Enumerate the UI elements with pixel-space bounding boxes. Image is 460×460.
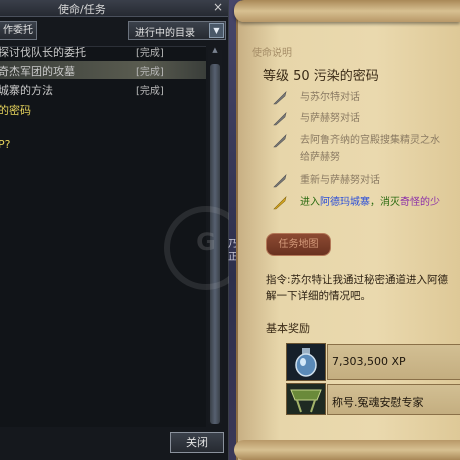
quest-status: [完成] [136,67,164,78]
golden-quill-icon [273,196,287,210]
title-badge-icon[interactable] [286,383,326,415]
step-text-continued: 给萨赫努 [300,152,340,163]
step-text: 重新与萨赫努对话 [300,175,380,186]
quill-icon [273,134,287,148]
quest-filter-value: 进行中的目录 [135,28,195,39]
quill-icon [273,112,287,126]
close-button[interactable]: 关闭 [170,432,224,453]
quest-status: [完成] [136,86,164,97]
quest-name: 探讨伐队长的委托 [0,46,86,59]
reward-item: 称号.冤魂安慰专家 [327,384,460,415]
quest-list-item[interactable]: 探讨伐队长的委托 [完成] [0,42,206,60]
quest-filter-select[interactable]: 进行中的目录 ▼ [128,21,226,40]
quest-name: 城寨的方法 [0,84,53,97]
place-link[interactable]: 阿德玛城寨 [320,197,370,208]
step-prefix: 进入 [300,197,320,208]
reward-text: 7,303,500 XP [332,355,406,368]
close-icon[interactable]: × [213,0,223,14]
scroll-up-icon[interactable]: ▲ [210,46,220,54]
window-title-bar[interactable]: 使命/任务 × [0,0,228,17]
instruction-text: 指令:苏尔特让我通过秘密通道进入阿德 [266,274,449,286]
quest-name: 的密码 [0,104,31,117]
quest-title: 等级 50 污染的密码 [263,69,379,84]
dropdown-arrow-icon[interactable]: ▼ [209,23,224,38]
quill-icon [273,91,287,105]
quest-name: 奇杰军团的攻墓 [0,65,75,78]
step-text: 进入阿德玛城寨，消灭奇怪的少 [300,195,440,210]
description-label: 使命说明 [252,48,292,59]
quest-status: [完成] [136,48,164,59]
quest-list-item[interactable]: 城寨的方法 [完成] [0,80,206,98]
step-text: 与萨赫努对话 [300,113,360,124]
window-title: 使命/任务 [58,3,106,16]
scroll-top-roll [234,0,460,22]
quest-name: P? [0,138,11,151]
target-link[interactable]: 奇怪的少 [400,197,440,208]
step-text: 与苏尔特对话 [300,92,360,103]
reward-text: 称号.冤魂安慰专家 [332,396,424,409]
quest-list-item[interactable]: 奇杰军团的攻墓 [完成] [0,61,206,79]
step-text: 去阿鲁齐纳的宫殿搜集精灵之水 [300,135,440,146]
commission-button[interactable]: 作委托 [0,21,37,40]
step-middle: ，消灭 [370,197,400,208]
quill-icon [273,174,287,188]
quest-list-item[interactable]: P? [0,136,206,154]
quest-list-item-selected[interactable]: 的密码 [0,100,206,118]
quest-map-button[interactable]: 任务地图 [266,233,331,256]
scroll-bottom-roll [234,440,460,460]
potion-icon[interactable] [286,343,326,381]
instruction-text-continued: 解一下详细的情况吧。 [266,290,371,302]
rewards-label: 基本奖励 [266,322,310,335]
reward-item: 7,303,500 XP [327,344,460,380]
